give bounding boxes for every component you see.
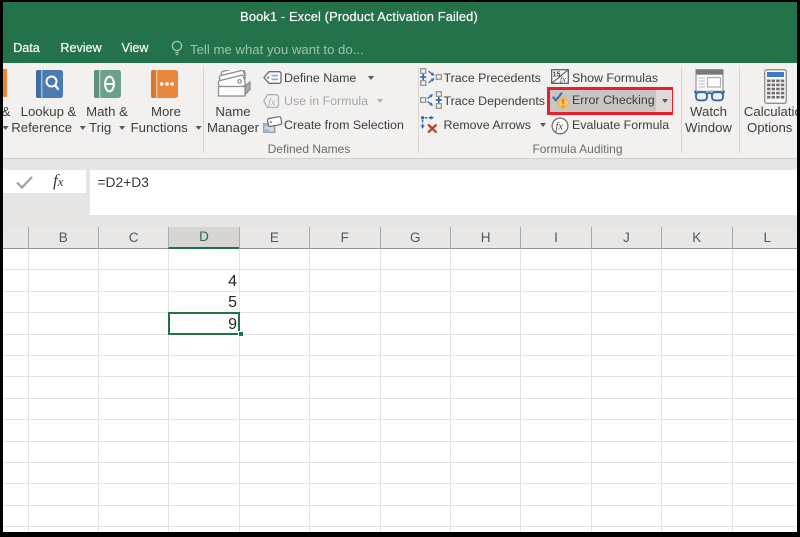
svg-text:fx: fx bbox=[555, 121, 563, 132]
svg-text:fx: fx bbox=[560, 75, 566, 84]
svg-text:fx: fx bbox=[268, 97, 276, 108]
